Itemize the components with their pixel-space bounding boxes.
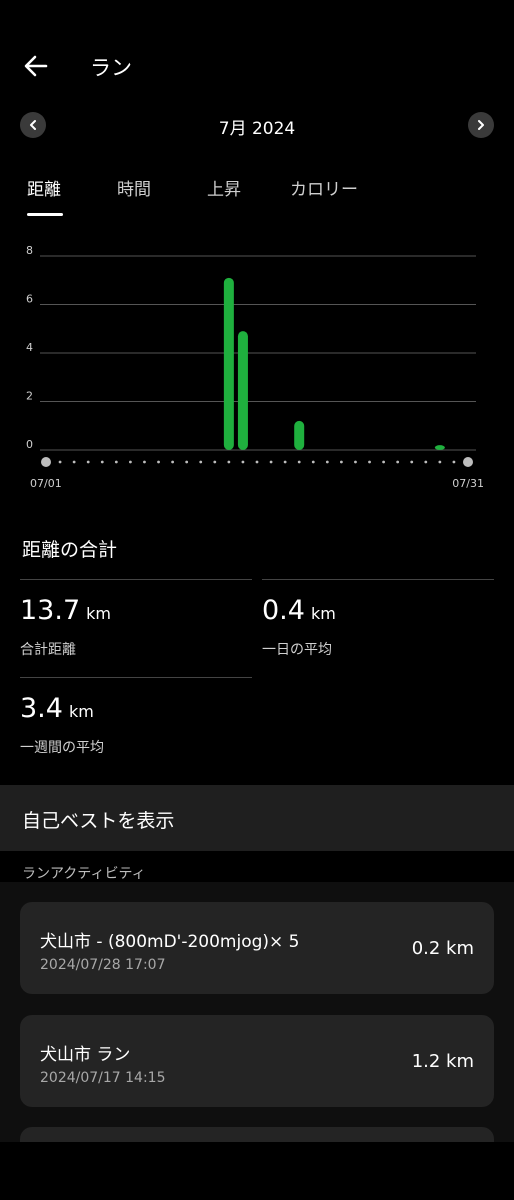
stat-unit: km: [86, 604, 111, 623]
activity-date: 2024/07/17 14:15: [40, 1070, 166, 1086]
y-tick-label: 6: [26, 293, 33, 306]
day-dot: [185, 460, 189, 464]
stat-unit: km: [310, 604, 336, 623]
day-dot: [311, 460, 315, 464]
activities-section-label: ランアクティビティ: [22, 866, 146, 882]
chart-bar: [434, 445, 445, 450]
day-dot: [297, 460, 301, 464]
day-dot: [410, 460, 414, 464]
y-tick-label: 4: [26, 341, 33, 354]
back-arrow-icon[interactable]: [22, 52, 50, 80]
day-dot: [325, 460, 329, 464]
activity-title: 犬山市 ラン: [40, 1045, 131, 1065]
x-end-label: 07/31: [452, 477, 484, 490]
stat-value: 13.7: [20, 595, 81, 626]
activity-title: 犬山市 - (800mD'-200mjog)× 5: [40, 932, 300, 952]
divider: [20, 677, 252, 678]
day-dot: [438, 460, 442, 464]
day-dot: [368, 460, 371, 464]
y-tick-label: 0: [26, 438, 33, 451]
stat-daily-average: 0.4 km: [262, 595, 336, 626]
stat-label: 一日の平均: [262, 642, 332, 658]
y-tick-label: 8: [26, 244, 33, 257]
day-dot: [58, 460, 62, 464]
chart-bar: [294, 420, 305, 450]
x-start-label: 07/01: [30, 477, 62, 490]
next-month-button[interactable]: [468, 112, 494, 138]
day-dot: [354, 460, 357, 464]
day-dot: [452, 460, 456, 464]
day-dot: [100, 460, 104, 464]
day-dot: [255, 460, 259, 464]
tab-time[interactable]: 時間: [117, 175, 151, 200]
stat-value: 0.4: [262, 595, 305, 626]
activity-card[interactable]: 犬山市 ラン 2024/07/17 14:15 1.2 km: [20, 1015, 494, 1107]
activity-date: 2024/07/28 17:07: [40, 957, 166, 973]
month-label: 7月 2024: [218, 119, 296, 139]
divider: [262, 579, 494, 580]
day-dot: [199, 460, 203, 464]
day-dot: [114, 460, 118, 464]
chart-bar: [237, 331, 248, 450]
stat-weekly-average: 3.4 km: [20, 693, 94, 724]
active-tab-indicator: [27, 213, 63, 216]
chart-bar: [223, 277, 234, 450]
personal-best-label: 自己ベストを表示: [22, 810, 175, 832]
divider: [20, 579, 252, 580]
day-dot: [157, 460, 160, 464]
day-dot: [241, 460, 245, 464]
activity-card[interactable]: 犬山市 - (800mD'-200mjog)× 5 2024/07/28 17:…: [20, 902, 494, 994]
system-navigation-bar: [0, 1142, 514, 1200]
day-dot: [171, 460, 175, 464]
chevron-right-icon: [478, 120, 484, 130]
tab-distance[interactable]: 距離: [27, 175, 61, 200]
day-dot: [283, 460, 287, 464]
activity-distance: 0.2 km: [411, 938, 474, 959]
page-title: ラン: [90, 56, 132, 80]
summary-title: 距離の合計: [22, 539, 118, 561]
day-dot: [129, 460, 132, 464]
day-dot: [227, 460, 231, 464]
y-tick-label: 2: [26, 390, 33, 403]
day-dot: [396, 460, 400, 464]
day-dot: [424, 460, 428, 464]
activity-distance: 1.2 km: [411, 1051, 474, 1072]
day-dot: [340, 460, 343, 464]
day-dot: [143, 460, 146, 464]
distance-bar-chart: 0 2 4 6 8 07/01 07/31: [26, 244, 484, 490]
stat-total-distance: 13.7 km: [20, 595, 111, 626]
day-dot: [72, 460, 76, 464]
stat-label: 一週間の平均: [20, 740, 104, 756]
tab-elevation[interactable]: 上昇: [207, 175, 241, 200]
stat-unit: km: [68, 702, 94, 721]
range-end-marker: [463, 457, 473, 467]
day-dot: [86, 460, 90, 464]
day-dot: [382, 460, 385, 464]
stat-value: 3.4: [20, 693, 63, 724]
day-dot: [269, 460, 273, 464]
tab-calories[interactable]: カロリー: [290, 175, 358, 200]
metric-tabs: 距離 時間 上昇 カロリー: [0, 175, 514, 220]
day-dot: [213, 460, 217, 464]
stat-label: 合計距離: [20, 642, 76, 658]
range-start-marker: [41, 457, 51, 467]
